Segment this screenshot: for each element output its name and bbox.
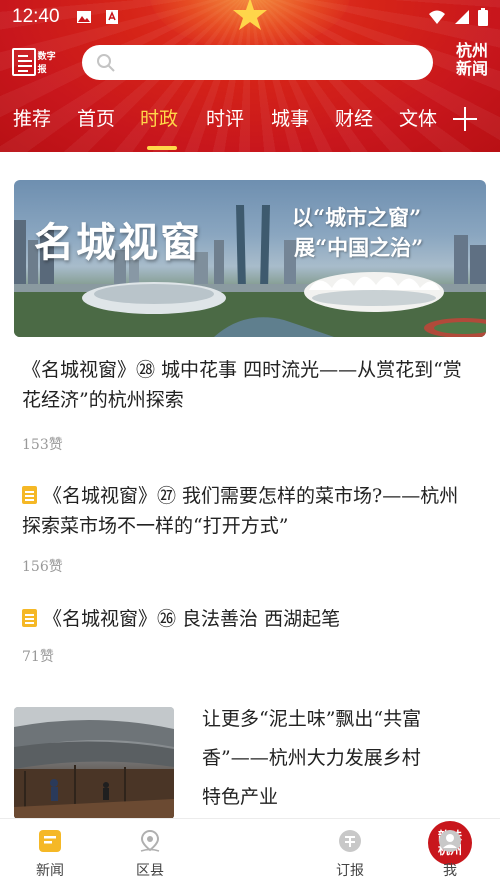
location-pin-icon [140,829,160,852]
digital-paper-label: 数字报 [37,52,56,75]
status-time: 12:40 [12,6,60,27]
article-thumbnail[interactable] [14,707,174,819]
search-icon [97,53,115,72]
newspaper-icon [12,48,36,76]
tab-politics[interactable]: 时政 [140,104,178,131]
add-channel-icon[interactable] [453,107,477,131]
nav-subscribe[interactable]: 订报 [300,819,400,888]
article-title: 《名城视窗》㉖ 良法善治 西湖起笔 [43,608,341,630]
banner-subtitle-2: 展“中国之治” [294,235,424,260]
banner-title: 名城视窗 [34,219,202,266]
banner-image[interactable]: 名城视窗 以“城市之窗” 展“中国之治” [14,180,486,337]
hangzhou-news-logo[interactable]: 杭州 新闻 [452,42,492,78]
document-icon [22,486,37,504]
search-input[interactable] [124,53,424,72]
channel-tabs: 推荐 首页 时政 时评 城事 财经 文体 [0,104,500,150]
document-icon [22,609,37,627]
tab-culture-sports[interactable]: 文体 [399,104,437,131]
status-bar: 12:40 [0,0,500,34]
brand-line-2: 新闻 [455,59,488,78]
wifi-icon [429,10,445,24]
article-title[interactable]: 让更多“泥土味”飘出“共富香”——杭州大力发展乡村特色产业 [202,700,422,817]
news-icon [39,830,61,852]
bottom-navigation: 新闻 区县 韵味 杭州 订报 我 [0,818,500,888]
greenhouse-photo [14,707,174,819]
article-likes: 71赞 [22,649,54,665]
article-item[interactable]: 《名城视窗》㉖ 良法善治 西湖起笔 [22,604,462,634]
active-tab-indicator [147,146,177,150]
nav-subscribe-label: 订报 [336,863,364,879]
tab-finance[interactable]: 财经 [335,104,373,131]
article-item[interactable]: 《名城视窗》㉗ 我们需要怎样的菜市场?——杭州探索菜市场不一样的“打开方式” [22,481,462,541]
nav-news-label: 新闻 [36,863,64,879]
user-icon [439,830,461,852]
pdf-icon [106,10,118,24]
nav-district[interactable]: 区县 [100,819,200,888]
signal-icon [455,10,469,24]
status-indicators [428,8,488,26]
brand-line-1: 杭州 [455,41,488,60]
article-title: 《名城视窗》㉗ 我们需要怎样的菜市场?——杭州探索菜市场不一样的“打开方式” [22,485,459,537]
search-bar[interactable] [82,45,433,80]
nav-district-label: 区县 [136,863,164,879]
nav-me[interactable]: 我 [400,819,500,888]
tab-recommend[interactable]: 推荐 [13,104,51,131]
digital-paper-button[interactable]: 数字报 [12,46,64,78]
nav-home[interactable]: 韵味 杭州 [200,819,472,888]
tab-commentary[interactable]: 时评 [206,104,244,131]
tab-home[interactable]: 首页 [77,104,115,131]
article-likes: 156赞 [22,559,63,575]
battery-icon [478,8,488,26]
tab-city[interactable]: 城事 [271,104,309,131]
banner-subtitle-1: 以“城市之窗” [292,205,422,230]
article-likes: 153赞 [22,437,63,453]
nav-me-label: 我 [443,863,457,879]
article-title[interactable]: 《名城视窗》㉘ 城中花事 四时流光——从赏花到“赏花经济”的杭州探索 [22,355,462,415]
nav-news[interactable]: 新闻 [0,819,100,888]
subscribe-icon [339,830,361,852]
gallery-icon [77,11,91,23]
